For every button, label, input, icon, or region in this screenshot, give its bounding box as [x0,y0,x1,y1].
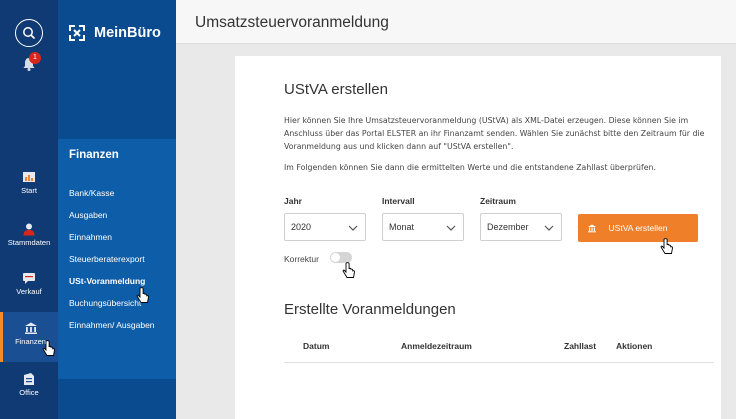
notification-badge: 1 [29,52,41,64]
office-icon [24,373,34,385]
column-header-datum[interactable]: Datum [303,341,329,351]
column-header-zahllast[interactable]: Zahllast [564,341,596,351]
hand-cursor-icon [42,340,55,356]
create-title: UStVA erstellen [284,81,388,98]
jahr-select[interactable]: 2020 [284,213,366,241]
rail-item-label: Office [19,388,39,397]
nav-item-ausgaben[interactable]: Ausgaben [69,210,107,220]
bank-icon [24,322,37,334]
search-icon [23,27,36,40]
chat-icon [23,273,35,284]
jahr-label: Jahr [284,196,302,206]
chevron-down-icon [348,225,358,231]
intervall-label: Intervall [382,196,415,206]
brand[interactable]: MeinBüro [68,22,161,44]
korrektur-label: Korrektur [284,254,319,264]
zeitraum-label: Zeitraum [480,196,516,206]
ustva-create-button[interactable]: UStVA erstellen [578,214,698,242]
intervall-value: Monat [389,222,415,232]
rail-item-office[interactable]: Office [0,372,58,419]
nav-item-bank-kasse[interactable]: Bank/Kasse [69,188,114,198]
hand-cursor-icon [342,262,355,278]
ustva-create-label: UStVA erstellen [608,223,668,233]
page-title: Umsatzsteuervoranmeldung [195,14,389,31]
nav-item-steuerberaterexport[interactable]: Steuerberaterexport [69,254,145,264]
nav-item-einnahmen[interactable]: Einnahmen [69,232,112,242]
list-title: Erstellte Voranmeldungen [284,301,456,318]
brand-name: MeinBüro [94,25,161,41]
bar-chart-icon [23,172,35,182]
zeitraum-value: Dezember [487,222,529,232]
create-description-2: Im Folgenden können Sie dann die ermitte… [284,163,656,172]
column-header-aktionen[interactable]: Aktionen [616,341,652,351]
rail-item-stammdaten[interactable]: Stammdaten [0,222,58,270]
chevron-down-icon [446,225,456,231]
jahr-value: 2020 [291,222,312,232]
logo-icon [69,25,85,41]
table-divider [284,362,714,363]
toggle-knob [331,253,340,262]
intervall-select[interactable]: Monat [382,213,464,241]
nav-section-finanzen: Finanzen Bank/Kasse Ausgaben Einnahmen S… [58,139,176,379]
nav-item-buchungsuebersicht[interactable]: Buchungsübersicht [69,298,141,308]
chevron-down-icon [544,225,554,231]
nav-item-einnahmen-ausgaben[interactable]: Einnahmen/ Ausgaben [69,320,155,330]
nav-section-title: Finanzen [69,149,119,161]
rail-item-start[interactable]: Start [0,170,58,218]
column-header-anmeldezeitraum[interactable]: Anmeldezeitraum [401,341,472,351]
nav-panel: MeinBüro Finanzen Bank/Kasse Ausgaben Ei… [58,0,176,419]
search-button[interactable] [15,19,43,47]
create-description: Hier können Sie Ihre Umsatzsteuervoranme… [284,116,705,151]
page-header: Umsatzsteuervoranmeldung [176,0,736,44]
hand-cursor-icon [136,287,149,303]
zeitraum-select[interactable]: Dezember [480,213,562,241]
person-icon [23,223,35,236]
hand-cursor-icon [660,238,673,254]
nav-item-ust-voranmeldung[interactable]: USt-Voranmeldung [69,276,145,286]
rail-item-label: Verkauf [16,287,42,296]
rail-item-label: Stammdaten [7,238,51,247]
content-card: UStVA erstellen Hier können Sie Ihre Ums… [235,56,721,419]
rail-item-label: Start [21,186,37,195]
